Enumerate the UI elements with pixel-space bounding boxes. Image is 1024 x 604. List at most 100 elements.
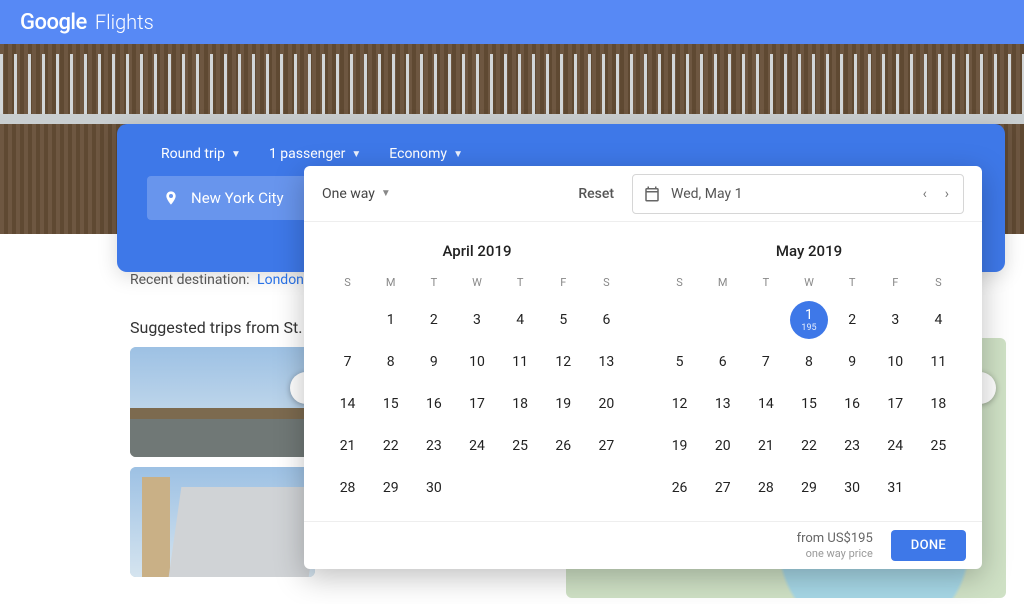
calendar-day[interactable]: 26 bbox=[542, 427, 585, 465]
calendar-day[interactable]: 3 bbox=[874, 301, 917, 339]
calendar-day[interactable]: 25 bbox=[917, 427, 960, 465]
calendar-day[interactable]: 29 bbox=[787, 469, 830, 507]
calendar-day[interactable]: 6 bbox=[701, 343, 744, 381]
date-picker-panel: One way▼ Reset Wed, May 1 ‹ › April 2019… bbox=[304, 166, 982, 569]
calendar-day[interactable]: 7 bbox=[744, 343, 787, 381]
calendar-day[interactable]: 18 bbox=[499, 385, 542, 423]
trip-mode-selector[interactable]: One way▼ bbox=[322, 186, 391, 202]
calendar-day[interactable]: 29 bbox=[369, 469, 412, 507]
cabin-selector[interactable]: Economy▼ bbox=[389, 146, 463, 162]
calendar-day[interactable]: 28 bbox=[326, 469, 369, 507]
date-display-input[interactable]: Wed, May 1 ‹ › bbox=[632, 174, 964, 214]
product-label: Flights bbox=[95, 10, 154, 34]
calendar-months: April 2019SMTWTFS12345678910111213141516… bbox=[304, 222, 982, 521]
calendar-day[interactable]: 30 bbox=[831, 469, 874, 507]
calendar-day[interactable]: 14 bbox=[744, 385, 787, 423]
chevron-down-icon: ▼ bbox=[381, 188, 391, 199]
weekday-label: S bbox=[326, 268, 369, 297]
calendar-day[interactable]: 15 bbox=[787, 385, 830, 423]
calendar-day[interactable]: 20 bbox=[701, 427, 744, 465]
calendar-day[interactable]: 23 bbox=[412, 427, 455, 465]
calendar-icon bbox=[643, 185, 661, 203]
calendar-day[interactable]: 9 bbox=[412, 343, 455, 381]
weekday-label: S bbox=[917, 268, 960, 297]
trip-type-selector[interactable]: Round trip▼ bbox=[161, 146, 241, 162]
top-bar: Google Flights bbox=[0, 0, 1024, 44]
calendar-day[interactable]: 19 bbox=[542, 385, 585, 423]
calendar-day[interactable]: 4 bbox=[499, 301, 542, 339]
calendar-day[interactable]: 6 bbox=[585, 301, 628, 339]
footer-price: from US$195 one way price bbox=[797, 531, 873, 560]
calendar-day[interactable]: 1 bbox=[369, 301, 412, 339]
calendar-day[interactable]: 16 bbox=[831, 385, 874, 423]
weekday-label: W bbox=[455, 268, 498, 297]
calendar-day[interactable]: 26 bbox=[658, 469, 701, 507]
calendar-day[interactable]: 13 bbox=[701, 385, 744, 423]
recent-destination-link[interactable]: London bbox=[257, 272, 304, 288]
calendar-day[interactable]: 27 bbox=[701, 469, 744, 507]
week-row: 14151617181920 bbox=[326, 385, 628, 423]
calendar-day[interactable]: 10 bbox=[874, 343, 917, 381]
calendar-day[interactable]: 1195 bbox=[790, 301, 828, 339]
calendar-day[interactable]: 17 bbox=[874, 385, 917, 423]
calendar-day[interactable]: 10 bbox=[455, 343, 498, 381]
calendar-day[interactable]: 5 bbox=[542, 301, 585, 339]
date-prev-button[interactable]: ‹ bbox=[919, 186, 931, 202]
calendar-day[interactable]: 2 bbox=[831, 301, 874, 339]
calendar-day[interactable]: 24 bbox=[874, 427, 917, 465]
calendar-day[interactable]: 5 bbox=[658, 343, 701, 381]
origin-text: New York City bbox=[191, 189, 284, 207]
calendar-day[interactable]: 11 bbox=[917, 343, 960, 381]
week-row: 12131415161718 bbox=[658, 385, 960, 423]
calendar-day[interactable]: 30 bbox=[412, 469, 455, 507]
week-row: 262728293031 bbox=[658, 469, 960, 507]
calendar-day[interactable]: 12 bbox=[542, 343, 585, 381]
date-next-button[interactable]: › bbox=[941, 186, 953, 202]
calendar-day[interactable]: 7 bbox=[326, 343, 369, 381]
pin-icon bbox=[163, 188, 179, 208]
calendar-day[interactable]: 27 bbox=[585, 427, 628, 465]
weekday-row: SMTWTFS bbox=[326, 268, 628, 297]
weekday-label: S bbox=[658, 268, 701, 297]
calendar-day[interactable]: 18 bbox=[917, 385, 960, 423]
calendar-day[interactable]: 4 bbox=[917, 301, 960, 339]
calendar-day[interactable]: 28 bbox=[744, 469, 787, 507]
calendar-day[interactable]: 12 bbox=[658, 385, 701, 423]
calendar-day[interactable]: 13 bbox=[585, 343, 628, 381]
reset-button[interactable]: Reset bbox=[578, 186, 614, 202]
calendar-day[interactable]: 2 bbox=[412, 301, 455, 339]
calendar-day[interactable]: 21 bbox=[744, 427, 787, 465]
calendar-day[interactable]: 23 bbox=[831, 427, 874, 465]
calendar-day[interactable]: 16 bbox=[412, 385, 455, 423]
calendar-day[interactable]: 24 bbox=[455, 427, 498, 465]
trip-card[interactable] bbox=[130, 467, 315, 577]
week-row: 21222324252627 bbox=[326, 427, 628, 465]
calendar-day[interactable]: 8 bbox=[369, 343, 412, 381]
calendar-day[interactable]: 21 bbox=[326, 427, 369, 465]
calendar-day[interactable]: 3 bbox=[455, 301, 498, 339]
calendar-day[interactable]: 25 bbox=[499, 427, 542, 465]
calendar-day[interactable]: 14 bbox=[326, 385, 369, 423]
month-title: May 2019 bbox=[658, 242, 960, 260]
day-price: 195 bbox=[801, 324, 816, 333]
week-row: 123456 bbox=[326, 301, 628, 339]
selected-date-text: Wed, May 1 bbox=[671, 186, 909, 202]
calendar-day[interactable]: 19 bbox=[658, 427, 701, 465]
weekday-label: T bbox=[499, 268, 542, 297]
calendar-day[interactable]: 20 bbox=[585, 385, 628, 423]
calendar-day[interactable]: 11 bbox=[499, 343, 542, 381]
calendar-day[interactable]: 31 bbox=[874, 469, 917, 507]
calendar-day[interactable]: 15 bbox=[369, 385, 412, 423]
calendar-day[interactable]: 9 bbox=[831, 343, 874, 381]
passenger-selector[interactable]: 1 passenger▼ bbox=[269, 146, 361, 162]
calendar-day[interactable]: 22 bbox=[787, 427, 830, 465]
calendar-day[interactable]: 8 bbox=[787, 343, 830, 381]
weekday-label: M bbox=[369, 268, 412, 297]
done-button[interactable]: DONE bbox=[891, 530, 966, 561]
week-row: 78910111213 bbox=[326, 343, 628, 381]
calendar-day[interactable]: 17 bbox=[455, 385, 498, 423]
picker-footer: from US$195 one way price DONE bbox=[304, 521, 982, 569]
month-title: April 2019 bbox=[326, 242, 628, 260]
trip-card[interactable] bbox=[130, 347, 315, 457]
calendar-day[interactable]: 22 bbox=[369, 427, 412, 465]
